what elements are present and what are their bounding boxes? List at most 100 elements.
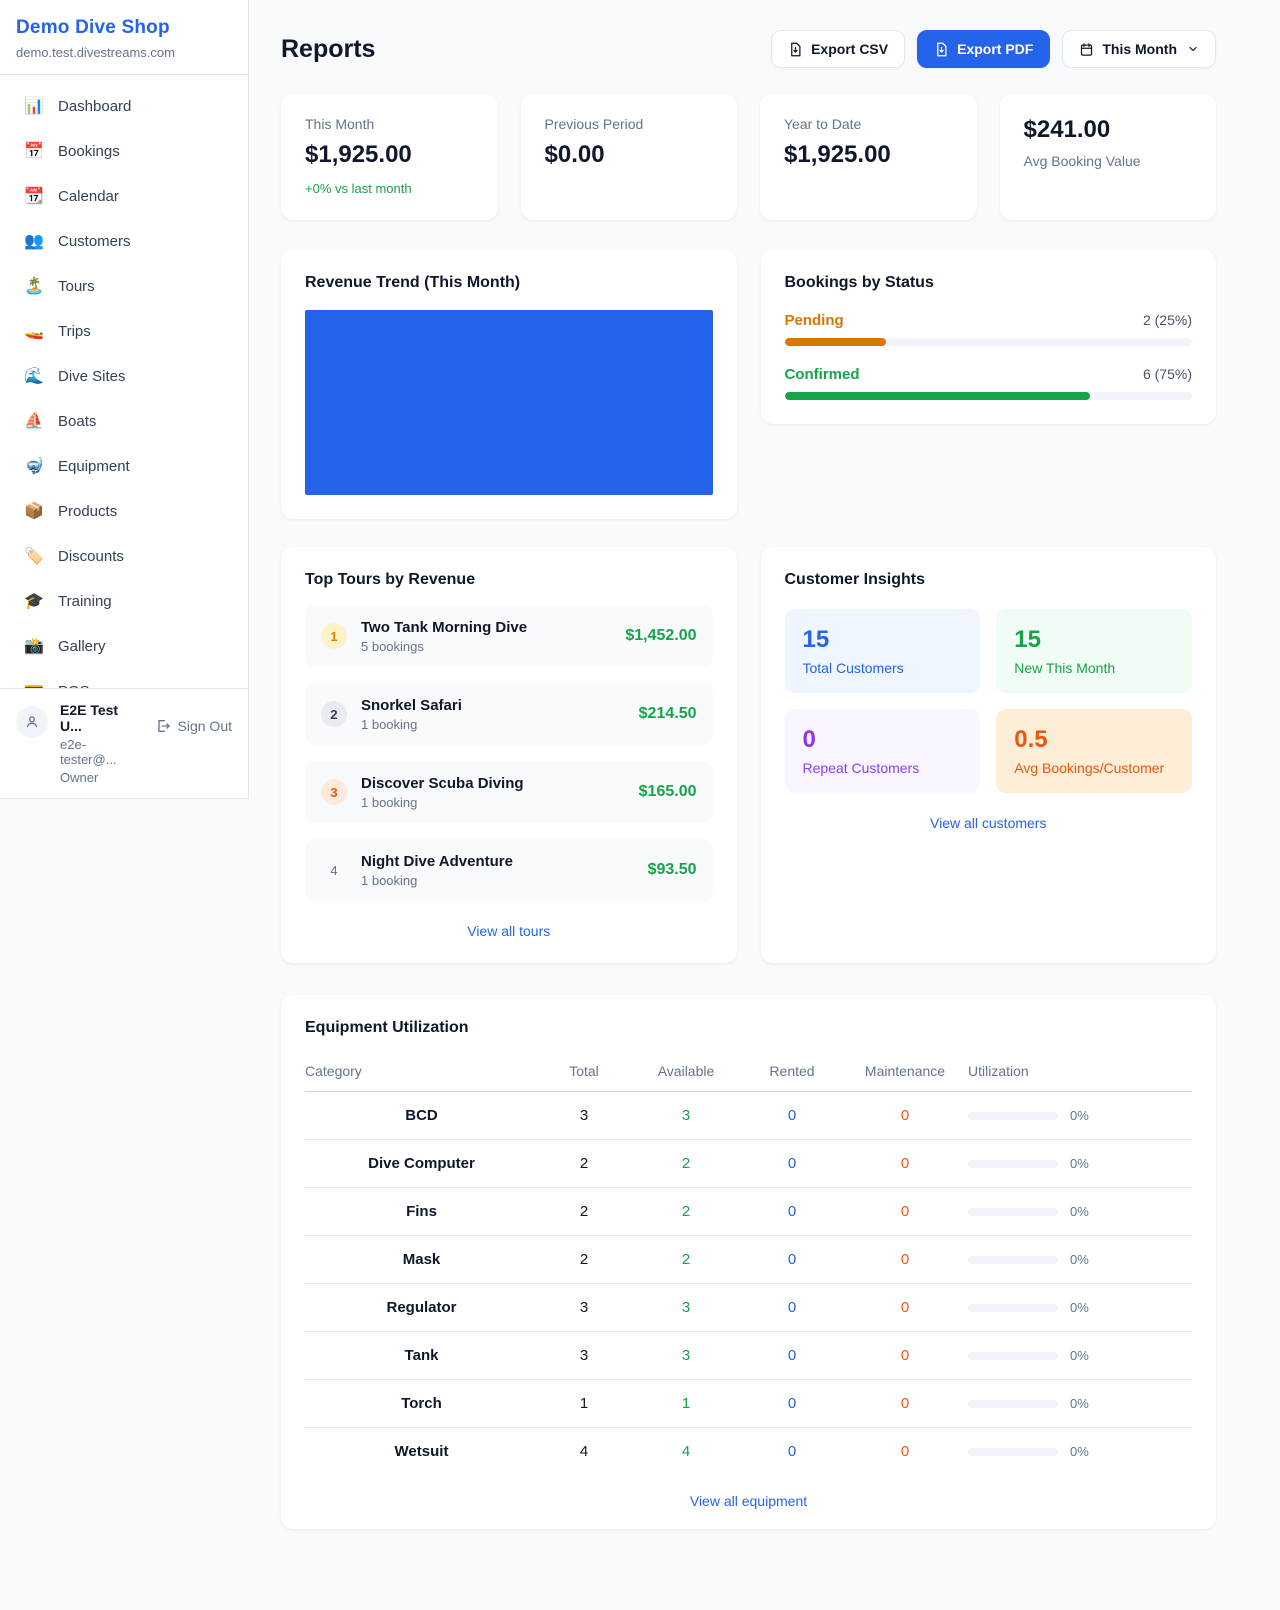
user-role: Owner — [60, 770, 143, 785]
sign-out-button[interactable]: Sign Out — [155, 718, 232, 734]
sidebar-item-pos[interactable]: 💳 POS — [14, 672, 234, 688]
period-label: This Month — [1102, 41, 1177, 57]
equipment-utilization-title: Equipment Utilization — [305, 1019, 1192, 1037]
sidebar-item-label: Tours — [58, 278, 95, 295]
tour-name: Night Dive Adventure — [361, 853, 634, 870]
bar-chart-icon: 📊 — [24, 96, 44, 116]
cell-rented: 0 — [742, 1332, 842, 1380]
revenue-trend-title: Revenue Trend (This Month) — [305, 274, 713, 292]
page-header: Reports Export CSV Export PDF This Month — [281, 30, 1216, 68]
period-dropdown[interactable]: This Month — [1062, 30, 1216, 68]
sidebar-item-label: Boats — [58, 413, 96, 430]
tile-value: 15 — [803, 626, 963, 654]
export-csv-label: Export CSV — [811, 41, 888, 57]
export-pdf-label: Export PDF — [957, 41, 1033, 57]
tile-label: Total Customers — [803, 660, 963, 676]
sidebar-item-dive-sites[interactable]: 🌊 Dive Sites — [14, 357, 234, 395]
sidebar-item-dashboard[interactable]: 📊 Dashboard — [14, 87, 234, 125]
header-actions: Export CSV Export PDF This Month — [771, 30, 1216, 68]
sidebar-item-training[interactable]: 🎓 Training — [14, 582, 234, 620]
cell-maintenance: 0 — [842, 1332, 968, 1380]
view-all-tours-link[interactable]: View all tours — [305, 923, 713, 939]
cell-category: Dive Computer — [305, 1140, 538, 1188]
tile-value: 0.5 — [1014, 726, 1174, 754]
sidebar-item-label: Products — [58, 503, 117, 520]
status-progress-fill — [785, 338, 887, 346]
tour-bookings: 1 booking — [361, 795, 625, 810]
utilization-percent: 0% — [1070, 1444, 1089, 1459]
cell-rented: 0 — [742, 1092, 842, 1140]
cell-total: 3 — [538, 1092, 630, 1140]
cell-category: BCD — [305, 1092, 538, 1140]
tear-off-calendar-icon: 📆 — [24, 186, 44, 206]
cell-category: Fins — [305, 1188, 538, 1236]
column-header-maintenance: Maintenance — [842, 1053, 968, 1092]
tile-total-customers: 15 Total Customers — [785, 609, 981, 693]
tile-value: 15 — [1014, 626, 1174, 654]
utilization-bar — [968, 1208, 1058, 1216]
shop-name: Demo Dive Shop — [16, 17, 232, 39]
sidebar-item-tours[interactable]: 🏝️ Tours — [14, 267, 234, 305]
column-header-category: Category — [305, 1053, 538, 1092]
stat-card-previous-period: Previous Period $0.00 — [521, 94, 738, 220]
utilization-percent: 0% — [1070, 1300, 1089, 1315]
cell-total: 3 — [538, 1332, 630, 1380]
equipment-table: Category Total Available Rented Maintena… — [305, 1053, 1192, 1475]
user-name: E2E Test U... — [60, 702, 143, 734]
sidebar-item-products[interactable]: 📦 Products — [14, 492, 234, 530]
tour-row: 3 Discover Scuba Diving 1 booking $165.0… — [305, 761, 713, 823]
sidebar-item-boats[interactable]: ⛵ Boats — [14, 402, 234, 440]
cell-rented: 0 — [742, 1188, 842, 1236]
status-label: Confirmed — [785, 366, 860, 383]
avatar — [16, 706, 48, 738]
cell-available: 4 — [630, 1428, 742, 1476]
sidebar-item-discounts[interactable]: 🏷️ Discounts — [14, 537, 234, 575]
sidebar-item-calendar[interactable]: 📆 Calendar — [14, 177, 234, 215]
view-all-equipment-link[interactable]: View all equipment — [305, 1493, 1192, 1509]
view-all-customers-link[interactable]: View all customers — [785, 815, 1193, 831]
top-tours-title: Top Tours by Revenue — [305, 571, 713, 589]
status-value: 6 (75%) — [1143, 366, 1192, 382]
wave-icon: 🌊 — [24, 366, 44, 386]
export-csv-button[interactable]: Export CSV — [771, 30, 905, 68]
stat-label: Previous Period — [545, 116, 714, 132]
sidebar-item-trips[interactable]: 🚤 Trips — [14, 312, 234, 350]
table-header-row: Category Total Available Rented Maintena… — [305, 1053, 1192, 1092]
cell-maintenance: 0 — [842, 1188, 968, 1236]
sidebar-item-customers[interactable]: 👥 Customers — [14, 222, 234, 260]
cell-category: Regulator — [305, 1284, 538, 1332]
cell-rented: 0 — [742, 1284, 842, 1332]
equipment-utilization-card: Equipment Utilization Category Total Ava… — [281, 995, 1216, 1529]
sidebar-item-gallery[interactable]: 📸 Gallery — [14, 627, 234, 665]
stats-row: This Month $1,925.00 +0% vs last month P… — [281, 94, 1216, 220]
utilization-bar — [968, 1256, 1058, 1264]
sidebar-header: Demo Dive Shop demo.test.divestreams.com — [0, 0, 248, 75]
export-pdf-button[interactable]: Export PDF — [917, 30, 1050, 68]
tour-name: Discover Scuba Diving — [361, 775, 625, 792]
sidebar-item-equipment[interactable]: 🤿 Equipment — [14, 447, 234, 485]
cell-rented: 0 — [742, 1380, 842, 1428]
tour-revenue: $93.50 — [648, 861, 697, 879]
cell-total: 2 — [538, 1236, 630, 1284]
graduation-cap-icon: 🎓 — [24, 591, 44, 611]
cell-total: 2 — [538, 1188, 630, 1236]
insight-tiles: 15 Total Customers 15 New This Month 0 R… — [785, 609, 1193, 793]
bookings-by-status-card: Bookings by Status Pending 2 (25%) Confi… — [761, 250, 1217, 424]
revenue-trend-card: Revenue Trend (This Month) — [281, 250, 737, 519]
cell-maintenance: 0 — [842, 1236, 968, 1284]
tile-label: New This Month — [1014, 660, 1174, 676]
sidebar-item-label: Dashboard — [58, 98, 131, 115]
stat-value: $1,925.00 — [305, 141, 474, 169]
tile-label: Repeat Customers — [803, 760, 963, 776]
sailboat-icon: ⛵ — [24, 411, 44, 431]
cell-maintenance: 0 — [842, 1284, 968, 1332]
stat-label: Avg Booking Value — [1024, 153, 1193, 169]
stat-card-this-month: This Month $1,925.00 +0% vs last month — [281, 94, 498, 220]
status-progress-track — [785, 338, 1193, 346]
tour-row: 4 Night Dive Adventure 1 booking $93.50 — [305, 839, 713, 901]
sidebar-item-bookings[interactable]: 📅 Bookings — [14, 132, 234, 170]
table-row: Fins 2 2 0 0 0% — [305, 1188, 1192, 1236]
bookings-by-status-title: Bookings by Status — [785, 274, 1193, 292]
file-download-icon — [788, 42, 803, 57]
package-icon: 📦 — [24, 501, 44, 521]
